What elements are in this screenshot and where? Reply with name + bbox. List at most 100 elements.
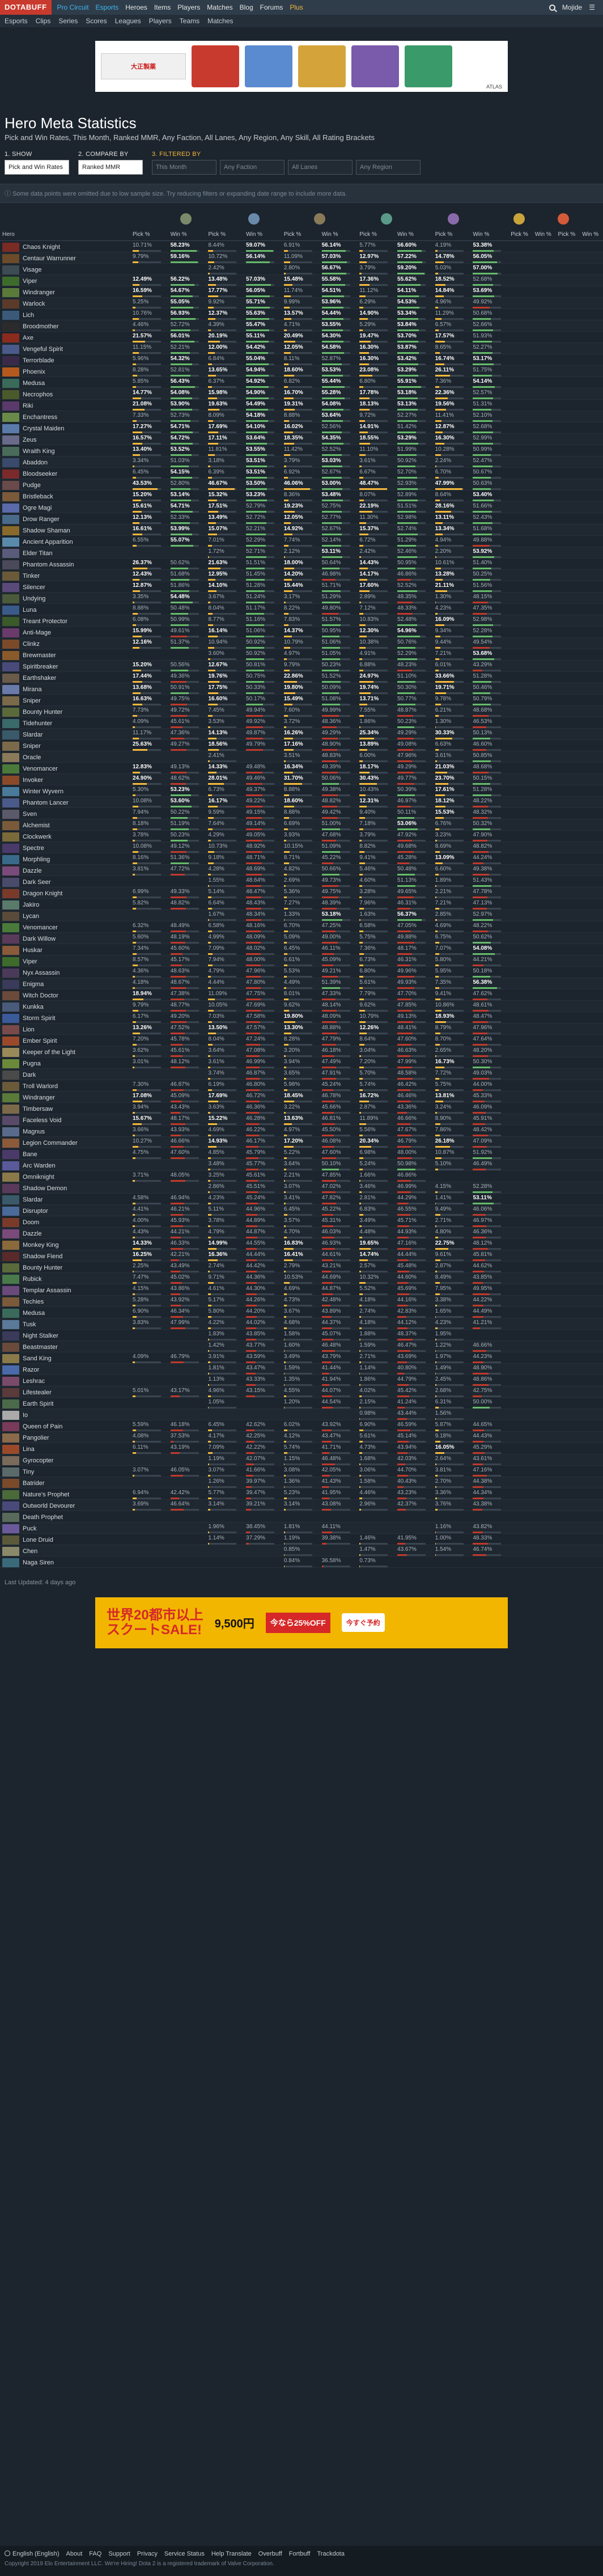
table-row[interactable]: Tusk 3.83% 47.99% 4.22% 44.02% 4.68% 44.37% 4.1… xyxy=(0,1318,603,1330)
hero-name[interactable]: Dragon Knight xyxy=(23,890,62,896)
hero-name[interactable]: Sniper xyxy=(23,742,41,749)
table-row[interactable]: Dazzle 4.43% 44.21% 4.79% 44.87% 4.70% 46.03% 4… xyxy=(0,1227,603,1239)
hero-portrait[interactable] xyxy=(2,1195,19,1204)
hero-portrait[interactable] xyxy=(2,855,19,864)
hero-name[interactable]: Clockwerk xyxy=(23,833,52,840)
subnav-item-series[interactable]: Series xyxy=(58,17,78,25)
table-row[interactable]: Windranger 16.59% 54.67% 17.77% 56.05% 11.74%… xyxy=(0,286,603,298)
hero-cell[interactable]: Bounty Hunter xyxy=(0,705,130,717)
hero-portrait[interactable] xyxy=(2,582,19,592)
hero-portrait[interactable] xyxy=(2,265,19,274)
hero-name[interactable]: Shadow Fiend xyxy=(23,1253,62,1259)
hero-name[interactable]: Leshrac xyxy=(23,1377,45,1384)
hero-portrait[interactable] xyxy=(2,752,19,762)
hero-name[interactable]: Outworld Devourer xyxy=(23,1502,75,1509)
nav-item-pro-circuit[interactable]: Pro Circuit xyxy=(57,3,89,11)
hero-portrait[interactable] xyxy=(2,594,19,603)
hero-name[interactable]: Queen of Pain xyxy=(23,1423,62,1429)
hero-name[interactable]: Bane xyxy=(23,1150,37,1157)
hero-name[interactable]: Techies xyxy=(23,1298,44,1305)
hero-portrait[interactable] xyxy=(2,718,19,728)
header-pick-rate[interactable]: Pick % xyxy=(432,229,471,241)
hero-name[interactable]: Sand King xyxy=(23,1355,52,1361)
hero-portrait[interactable] xyxy=(2,1127,19,1136)
hero-name[interactable]: Windranger xyxy=(23,1094,55,1101)
table-row[interactable]: Arc Warden 3.48% 45.77% 3.64% 50.10% 5.24% 50.… xyxy=(0,1159,603,1171)
hero-portrait[interactable] xyxy=(2,1331,19,1340)
table-row[interactable]: Techies 5.28% 43.92% 5.17% 44.26% 4.73% 42.48%… xyxy=(0,1295,603,1307)
hero-portrait[interactable] xyxy=(2,866,19,875)
hero-cell[interactable]: Windranger xyxy=(0,286,130,298)
table-row[interactable]: Gyrocopter 1.19% 42.07% 1.15% 46.48% 1.68% 42.… xyxy=(0,1454,603,1466)
table-row[interactable]: Keeper of the Light 3.62% 45.61% 3.64% 47.08… xyxy=(0,1046,603,1058)
table-row[interactable]: Bristleback 15.20% 53.14% 15.32% 53.23% 8.36%… xyxy=(0,490,603,502)
hero-cell[interactable]: Tiny xyxy=(0,1465,130,1477)
header-win-rate[interactable]: Win % xyxy=(244,229,282,241)
hero-portrait[interactable] xyxy=(2,1036,19,1046)
hero-name[interactable]: Shadow Demon xyxy=(23,1185,67,1191)
table-row[interactable]: Warlock 5.25% 55.05% 9.92% 55.71% 9.99% 53.96%… xyxy=(0,297,603,309)
hero-portrait[interactable] xyxy=(2,469,19,479)
footer-link-overbuff[interactable]: Overbuff xyxy=(258,2550,282,2557)
hero-name[interactable]: Legion Commander xyxy=(23,1139,78,1146)
subnav-item-players[interactable]: Players xyxy=(149,17,172,25)
hero-portrait[interactable] xyxy=(2,1501,19,1511)
table-row[interactable]: Monkey King 14.33% 46.33% 14.99% 44.55% 16.83… xyxy=(0,1238,603,1250)
header-pick-rate[interactable]: Pick % xyxy=(357,229,396,241)
table-row[interactable]: Dark 3.74% 46.87% 3.65% 47.91% 5.70% 48.58% 7.7… xyxy=(0,1068,603,1080)
table-row[interactable]: Earthshaker 17.44% 49.36% 19.76% 50.75% 22.86… xyxy=(0,671,603,683)
hero-name[interactable]: Gyrocopter xyxy=(23,1457,53,1463)
hero-name[interactable]: Dazzle xyxy=(23,1230,42,1237)
header-pick-rate[interactable]: Pick % xyxy=(281,229,320,241)
table-row[interactable]: Razor 1.81% 43.47% 1.59% 41.44% 1.14% 40.80% 1.… xyxy=(0,1363,603,1375)
header-pick-rate[interactable]: Pick % xyxy=(130,229,168,241)
table-row[interactable]: Sniper 25.63% 49.27% 18.56% 49.79% 17.16% 48.9… xyxy=(0,739,603,751)
hero-portrait[interactable] xyxy=(2,458,19,467)
hero-name[interactable]: Silencer xyxy=(23,583,45,590)
hero-name[interactable]: Alchemist xyxy=(23,822,50,828)
table-row[interactable]: Bounty Hunter 7.73% 49.72% 7.45% 49.94% 7.60%… xyxy=(0,705,603,717)
hero-portrait[interactable] xyxy=(2,889,19,898)
hero-cell[interactable]: Clockwerk xyxy=(0,830,130,842)
hero-cell[interactable]: Warlock xyxy=(0,297,130,309)
table-row[interactable]: Terrorblade 5.96% 54.32% 6.84% 55.04% 8.11% 52… xyxy=(0,354,603,366)
hero-name[interactable]: Morphling xyxy=(23,856,50,862)
hero-portrait[interactable] xyxy=(2,843,19,853)
hero-portrait[interactable] xyxy=(2,684,19,694)
nav-item-players[interactable]: Players xyxy=(177,3,200,11)
hero-name[interactable]: Lion xyxy=(23,1026,35,1033)
table-row[interactable]: Crystal Maiden 17.27% 54.71% 17.69% 54.10% 16… xyxy=(0,422,603,434)
hero-name[interactable]: Puck xyxy=(23,1525,36,1532)
nav-item-esports[interactable]: Esports xyxy=(96,3,119,11)
hero-portrait[interactable] xyxy=(2,322,19,331)
table-row[interactable]: Luna 8.88% 50.48% 8.04% 51.17% 8.22% 49.80% 7.1… xyxy=(0,603,603,615)
table-row[interactable]: Io 0.98% 43.44% 1.56% xyxy=(0,1408,603,1420)
subnav-item-scores[interactable]: Scores xyxy=(86,17,107,25)
hero-cell[interactable]: Night Stalker xyxy=(0,1329,130,1341)
hero-name[interactable]: Enigma xyxy=(23,980,44,987)
footer-link-support[interactable]: Support xyxy=(108,2550,130,2557)
hero-portrait[interactable] xyxy=(2,1149,19,1159)
hero-portrait[interactable] xyxy=(2,367,19,377)
bottom-advertisement[interactable]: 世界20都市以上 スクートSALE! 9,500円 今なら25%OFF 今すぐ予… xyxy=(95,1597,508,1648)
username[interactable]: Mojide xyxy=(562,3,582,11)
hero-name[interactable]: Ancient Apparition xyxy=(23,538,73,545)
table-row[interactable]: Dark Seer 1.55% 48.64% 2.69% 49.73% 4.60% 51.1… xyxy=(0,875,603,887)
hero-portrait[interactable] xyxy=(2,968,19,978)
hero-portrait[interactable] xyxy=(2,1138,19,1148)
table-row[interactable]: Axe 21.57% 56.01% 20.19% 55.11% 20.49% 54.30% 1… xyxy=(0,331,603,343)
hero-cell[interactable]: Batrider xyxy=(0,1477,130,1488)
table-row[interactable]: Lina 6.11% 43.19% 7.09% 42.22% 5.74% 41.71% 4.7… xyxy=(0,1443,603,1454)
hero-portrait[interactable] xyxy=(2,253,19,263)
hero-portrait[interactable] xyxy=(2,820,19,830)
hero-name[interactable]: Io xyxy=(23,1411,28,1418)
hero-cell[interactable]: Gyrocopter xyxy=(0,1454,130,1466)
hero-cell[interactable]: Medusa xyxy=(0,1306,130,1318)
hero-cell[interactable]: Pangolier xyxy=(0,1431,130,1443)
hero-name[interactable]: Wraith King xyxy=(23,447,55,454)
hero-name[interactable]: Shadow Shaman xyxy=(23,527,70,534)
hero-cell[interactable]: Jakiro xyxy=(0,898,130,910)
hero-portrait[interactable] xyxy=(2,310,19,320)
hero-name[interactable]: Monkey King xyxy=(23,1241,59,1248)
hero-cell[interactable]: Riki xyxy=(0,399,130,411)
